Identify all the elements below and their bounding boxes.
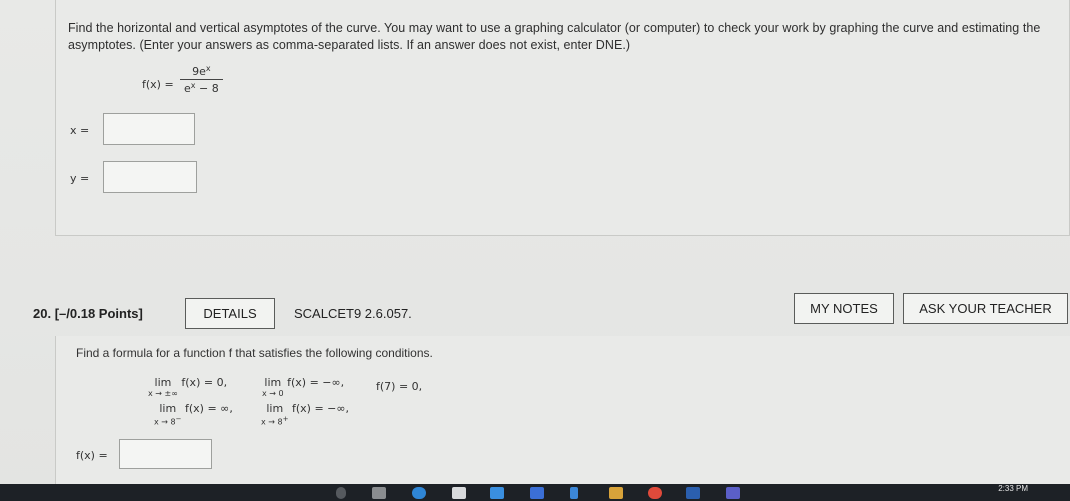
- fraction-bar: [180, 79, 223, 80]
- condition-limit-8-right: lim x → 8+ f(x) = −∞,: [261, 402, 350, 427]
- edge-icon[interactable]: [412, 487, 426, 499]
- my-notes-button[interactable]: MY NOTES: [794, 293, 894, 324]
- function-fraction: 9ex ex − 8: [180, 64, 223, 95]
- y-label: y =: [70, 172, 90, 185]
- teams-icon[interactable]: [726, 487, 740, 499]
- answer-label: f(x) =: [76, 449, 108, 462]
- question-19-card: Find the horizontal and vertical asympto…: [55, 0, 1070, 236]
- photos-icon[interactable]: [609, 487, 623, 499]
- chrome-icon[interactable]: [648, 487, 662, 499]
- fraction-denominator: ex − 8: [184, 81, 219, 95]
- x-answer-input[interactable]: [103, 113, 195, 145]
- ask-your-teacher-button[interactable]: ASK YOUR TEACHER: [903, 293, 1068, 324]
- condition-limit-zero: lim x → 0 f(x) = −∞,: [262, 376, 345, 398]
- condition-limit-infinity: lim x → ±∞ f(x) = 0,: [148, 376, 228, 398]
- clock[interactable]: 2:33 PM: [998, 484, 1028, 493]
- question-20-header: 20. [–/0.18 Points] DETAILS SCALCET9 2.6…: [0, 290, 1070, 336]
- word-icon[interactable]: [686, 487, 700, 499]
- search-icon[interactable]: [336, 487, 346, 499]
- fraction-numerator: 9ex: [192, 64, 211, 78]
- question-19-instructions: Find the horizontal and vertical asympto…: [68, 21, 1041, 52]
- question-20-card: Find a formula for a function f that sat…: [55, 336, 1070, 484]
- problem-code: SCALCET9 2.6.057.: [294, 306, 412, 321]
- dropbox-icon[interactable]: [530, 487, 544, 499]
- y-answer-input[interactable]: [103, 161, 197, 193]
- question-number: 20. [–/0.18 Points]: [33, 306, 143, 321]
- arrow-icon[interactable]: [570, 487, 578, 499]
- function-label: f(x) =: [142, 78, 174, 91]
- details-button[interactable]: DETAILS: [185, 298, 275, 329]
- condition-limit-8-left: lim x → 8− f(x) = ∞,: [154, 402, 233, 427]
- page: Find the horizontal and vertical asympto…: [0, 0, 1070, 501]
- taskbar: 2:33 PM: [0, 484, 1070, 501]
- condition-f-of-7: f(7) = 0,: [376, 380, 423, 393]
- store-icon[interactable]: [452, 487, 466, 499]
- question-20-instructions: Find a formula for a function f that sat…: [76, 346, 433, 360]
- task-view-icon[interactable]: [372, 487, 386, 499]
- f-answer-input[interactable]: [119, 439, 212, 469]
- x-label: x =: [70, 124, 90, 137]
- mail-icon[interactable]: [490, 487, 504, 499]
